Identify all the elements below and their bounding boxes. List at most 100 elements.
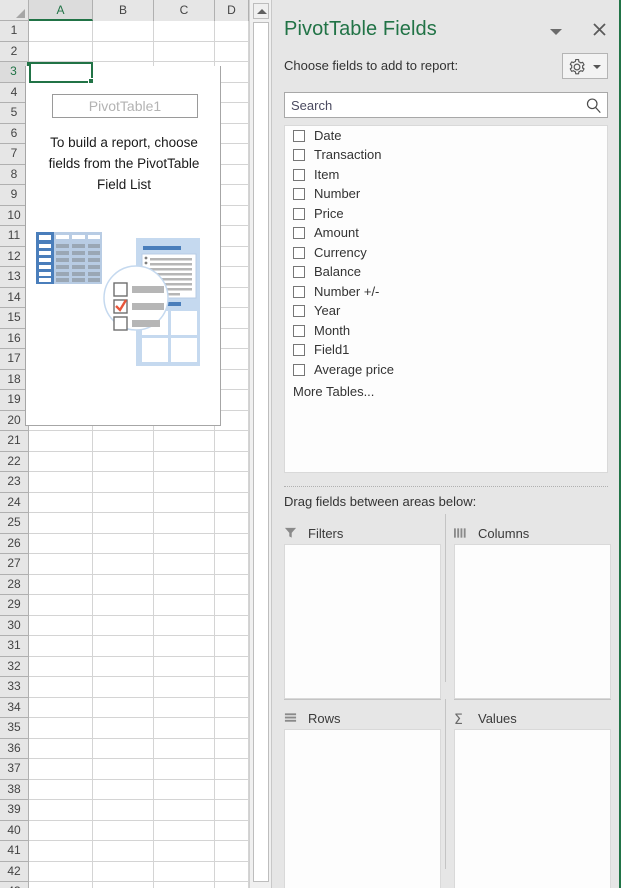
grid-cell[interactable] xyxy=(215,738,249,759)
grid-cell[interactable] xyxy=(215,554,249,575)
grid-row[interactable] xyxy=(29,882,249,888)
grid-cell[interactable] xyxy=(154,41,215,62)
close-icon[interactable] xyxy=(588,20,610,42)
row-header-7[interactable]: 7 xyxy=(0,144,28,165)
row-header-1[interactable]: 1 xyxy=(0,21,28,42)
grid-row[interactable] xyxy=(29,472,249,493)
grid-cell[interactable] xyxy=(29,759,93,780)
grid-cell[interactable] xyxy=(29,574,93,595)
row-header-29[interactable]: 29 xyxy=(0,595,28,616)
grid-row[interactable] xyxy=(29,738,249,759)
grid-cell[interactable] xyxy=(154,820,215,841)
grid-cell[interactable] xyxy=(154,677,215,698)
field-item-transaction[interactable]: Transaction xyxy=(285,146,607,166)
grid-cell[interactable] xyxy=(93,841,154,862)
search-field[interactable] xyxy=(284,92,608,118)
grid-cell[interactable] xyxy=(93,882,154,888)
grid-row[interactable] xyxy=(29,759,249,780)
row-header-8[interactable]: 8 xyxy=(0,165,28,185)
grid-cell[interactable] xyxy=(154,492,215,513)
grid-cell[interactable] xyxy=(93,861,154,882)
grid-cell[interactable] xyxy=(215,759,249,780)
grid-cell[interactable] xyxy=(93,800,154,821)
field-checkbox[interactable] xyxy=(293,149,305,162)
row-header-36[interactable]: 36 xyxy=(0,739,28,759)
row-header-39[interactable]: 39 xyxy=(0,800,28,821)
row-header-31[interactable]: 31 xyxy=(0,636,28,657)
row-header-2[interactable]: 2 xyxy=(0,42,28,62)
field-item-item[interactable]: Item xyxy=(285,165,607,185)
grid-cell[interactable] xyxy=(215,574,249,595)
grid-cell[interactable] xyxy=(215,431,249,452)
grid-cell[interactable] xyxy=(215,472,249,493)
field-item-number[interactable]: Number +/- xyxy=(285,282,607,302)
drop-area-body-rows[interactable] xyxy=(284,729,441,888)
row-header-9[interactable]: 9 xyxy=(0,185,28,206)
grid-cell[interactable] xyxy=(215,656,249,677)
grid-cell[interactable] xyxy=(93,820,154,841)
grid-cell[interactable] xyxy=(215,779,249,800)
grid-cell[interactable] xyxy=(215,513,249,534)
row-header-6[interactable]: 6 xyxy=(0,124,28,144)
grid-cell[interactable] xyxy=(29,492,93,513)
grid-cell[interactable] xyxy=(215,718,249,739)
grid-row[interactable] xyxy=(29,718,249,739)
grid-cell[interactable] xyxy=(154,779,215,800)
grid-row[interactable] xyxy=(29,513,249,534)
grid-cell[interactable] xyxy=(93,574,154,595)
grid-row[interactable] xyxy=(29,841,249,862)
row-header-40[interactable]: 40 xyxy=(0,821,28,841)
grid-cell[interactable] xyxy=(29,21,93,42)
grid-cell[interactable] xyxy=(93,492,154,513)
grid-cell[interactable] xyxy=(93,472,154,493)
grid-cell[interactable] xyxy=(154,595,215,616)
drop-area-body-columns[interactable] xyxy=(454,544,611,699)
grid-cell[interactable] xyxy=(154,656,215,677)
row-header-23[interactable]: 23 xyxy=(0,472,28,493)
grid-cell[interactable] xyxy=(29,513,93,534)
grid-cell[interactable] xyxy=(154,513,215,534)
field-item-average-price[interactable]: Average price xyxy=(285,360,607,380)
row-header-24[interactable]: 24 xyxy=(0,493,28,513)
grid-row[interactable] xyxy=(29,451,249,472)
grid-cell[interactable] xyxy=(29,656,93,677)
field-item-field1[interactable]: Field1 xyxy=(285,341,607,361)
row-header-28[interactable]: 28 xyxy=(0,575,28,595)
grid-cell[interactable] xyxy=(154,697,215,718)
search-icon[interactable] xyxy=(585,97,602,119)
grid-cell[interactable] xyxy=(29,820,93,841)
grid-row[interactable] xyxy=(29,554,249,575)
grid-cell[interactable] xyxy=(29,738,93,759)
row-header-14[interactable]: 14 xyxy=(0,288,28,308)
grid-cell[interactable] xyxy=(154,615,215,636)
drop-area-body-values[interactable] xyxy=(454,729,611,888)
sheet-vertical-scrollbar[interactable] xyxy=(249,0,271,888)
grid-cell[interactable] xyxy=(154,554,215,575)
grid-cell[interactable] xyxy=(215,21,249,42)
field-checkbox[interactable] xyxy=(293,246,305,259)
row-header-32[interactable]: 32 xyxy=(0,657,28,677)
grid-row[interactable] xyxy=(29,636,249,657)
grid-cell[interactable] xyxy=(154,841,215,862)
row-header-43[interactable]: 43 xyxy=(0,882,28,888)
field-item-amount[interactable]: Amount xyxy=(285,224,607,244)
row-header-21[interactable]: 21 xyxy=(0,431,28,452)
grid-cell[interactable] xyxy=(215,595,249,616)
scroll-up-button[interactable] xyxy=(253,3,269,19)
grid-cell[interactable] xyxy=(93,451,154,472)
grid-cell[interactable] xyxy=(215,861,249,882)
grid-row[interactable] xyxy=(29,41,249,62)
drop-area-filters[interactable]: Filters xyxy=(284,522,441,699)
grid-cell[interactable] xyxy=(93,656,154,677)
drop-area-body-filters[interactable] xyxy=(284,544,441,699)
row-header-25[interactable]: 25 xyxy=(0,513,28,534)
field-checkbox[interactable] xyxy=(293,285,305,298)
grid-cell[interactable] xyxy=(29,472,93,493)
grid-cell[interactable] xyxy=(29,595,93,616)
field-item-year[interactable]: Year xyxy=(285,302,607,322)
row-header-27[interactable]: 27 xyxy=(0,554,28,575)
grid-row[interactable] xyxy=(29,574,249,595)
row-header-5[interactable]: 5 xyxy=(0,103,28,124)
grid-cell[interactable] xyxy=(29,677,93,698)
grid-cell[interactable] xyxy=(29,41,93,62)
